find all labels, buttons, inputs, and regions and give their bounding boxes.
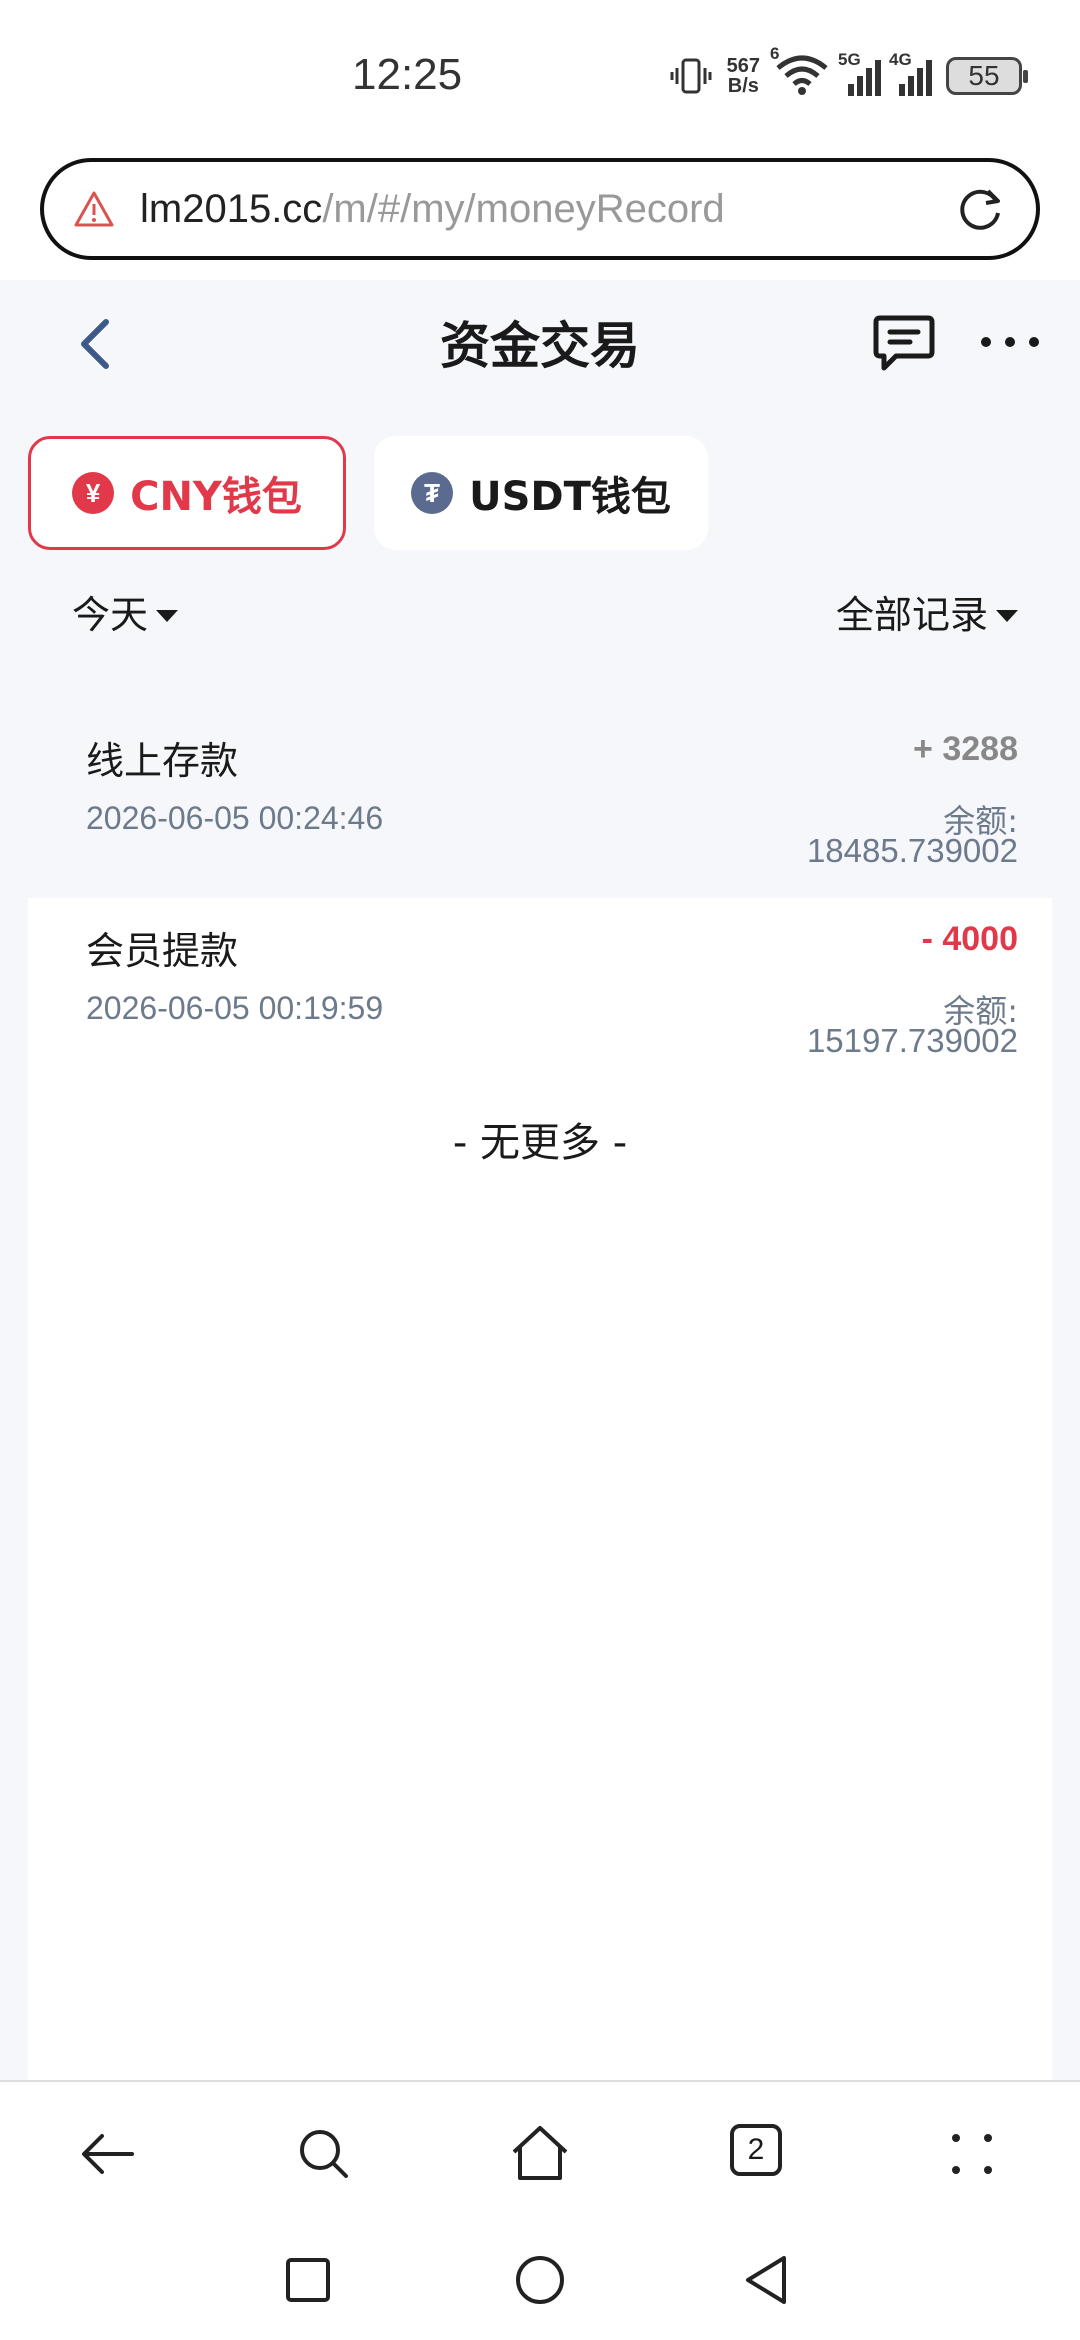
record-balance: 18485.739002	[806, 832, 1018, 869]
tab-cny-wallet-label: CNY钱包	[130, 474, 302, 520]
more-icon[interactable]	[978, 330, 1042, 354]
status-bar: 12:25 567 B/s 6 5G 4G 55	[0, 0, 1080, 150]
tab-usdt-wallet-label: USDT钱包	[469, 474, 671, 520]
date-filter-dropdown[interactable]: 今天	[72, 584, 179, 639]
battery-indicator: 55	[946, 57, 1028, 95]
signal-4g: 4G	[889, 50, 932, 96]
network-speed-value: 567	[726, 55, 760, 77]
cny-coin-icon: ¥	[72, 472, 115, 514]
signal-4g-tag: 4G	[889, 50, 912, 69]
record-balance: 15197.739002	[806, 1022, 1018, 1059]
tab-usdt-wallet[interactable]: ₮ USDT钱包	[374, 436, 708, 550]
back-triangle-icon[interactable]	[740, 2252, 796, 2308]
network-speed: 567 B/s	[727, 56, 760, 96]
signal-5g: 5G	[838, 50, 881, 96]
record-amount: + 3288	[913, 730, 1018, 768]
list-item[interactable]: 线上存款 2026-06-05 00:24:46 + 3288 余额: 1848…	[28, 708, 1052, 898]
caret-down-icon	[156, 609, 179, 622]
caret-down-icon	[996, 609, 1018, 622]
tab-cny-wallet[interactable]: ¥ CNY钱包	[28, 436, 346, 550]
signal-5g-tag: 5G	[838, 50, 861, 69]
search-icon[interactable]	[292, 2122, 356, 2186]
back-icon[interactable]	[76, 2122, 140, 2186]
usdt-coin-icon: ₮	[411, 472, 454, 514]
warning-icon[interactable]	[74, 190, 114, 228]
status-time: 12:25	[352, 50, 463, 99]
no-more-text: - 无更多 -	[452, 1120, 628, 1166]
type-filter-label: 全部记录	[835, 593, 988, 637]
list-item[interactable]: 会员提款 2026-06-05 00:19:59 - 4000 余额: 1519…	[28, 898, 1052, 1088]
record-time: 2026-06-05 00:24:46	[86, 800, 384, 836]
status-icons: 567 B/s 6 5G 4G 55	[669, 44, 1028, 100]
reload-icon[interactable]	[954, 183, 1006, 235]
wifi-status: 6	[770, 44, 830, 100]
vibrate-icon	[670, 58, 712, 94]
wifi-icon	[776, 55, 828, 95]
url-path: /m/#/my/moneyRecord	[322, 186, 725, 231]
url-text[interactable]: lm2015.cc/m/#/my/moneyRecord	[140, 187, 954, 232]
type-filter-dropdown[interactable]: 全部记录	[836, 584, 1018, 639]
record-title: 线上存款	[86, 739, 239, 783]
record-time: 2026-06-05 00:19:59	[86, 990, 384, 1026]
home-icon[interactable]	[508, 2122, 572, 2186]
address-bar[interactable]: lm2015.cc/m/#/my/moneyRecord	[40, 158, 1040, 260]
record-title: 会员提款	[86, 929, 239, 973]
recent-apps-icon[interactable]	[280, 2252, 336, 2308]
url-host: lm2015.cc	[140, 186, 323, 231]
list-background	[28, 1088, 1052, 2080]
home-circle-icon[interactable]	[512, 2252, 568, 2308]
chat-icon[interactable]	[872, 314, 936, 372]
wifi-tag: 6	[770, 44, 780, 63]
record-amount: - 4000	[921, 920, 1018, 958]
date-filter-label: 今天	[72, 593, 149, 637]
tabs-button[interactable]: 2	[730, 2124, 782, 2176]
menu-dots-icon[interactable]	[940, 2122, 1004, 2186]
network-speed-unit: B/s	[727, 75, 759, 97]
